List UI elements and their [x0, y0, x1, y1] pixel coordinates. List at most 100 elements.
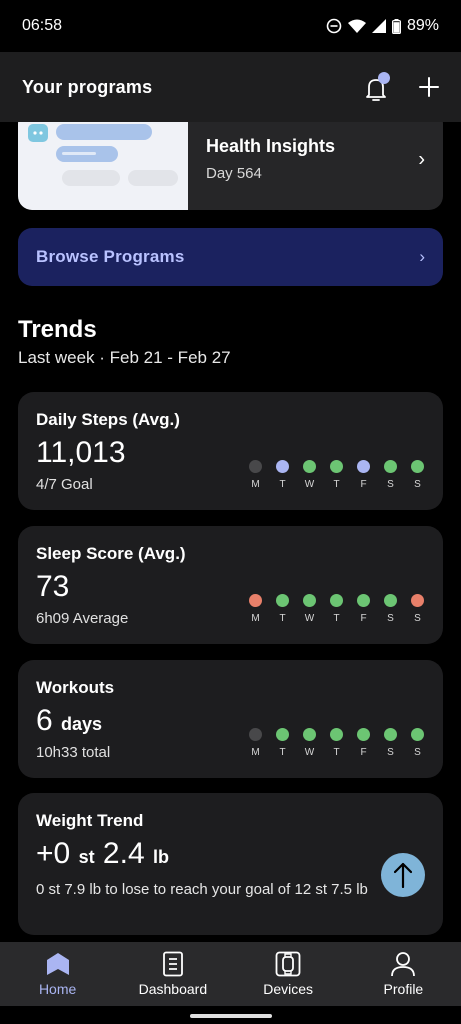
status-dot — [384, 460, 397, 473]
day-indicator: S — [408, 460, 427, 490]
status-dot — [411, 728, 424, 741]
workout-unit: days — [61, 714, 103, 734]
status-dot — [303, 460, 316, 473]
nav-label: Home — [38, 981, 77, 997]
day-indicator: S — [381, 460, 400, 490]
dashboard-icon — [162, 951, 183, 977]
day-indicator: T — [327, 728, 346, 758]
notifications-button[interactable] — [363, 72, 391, 102]
status-dot — [276, 594, 289, 607]
status-dot — [330, 594, 343, 607]
day-label: M — [251, 613, 260, 624]
day-indicator: M — [246, 728, 265, 758]
battery-percent: 89% — [406, 17, 439, 34]
status-dot — [276, 460, 289, 473]
notification-badge — [378, 72, 390, 84]
trends-period: Last week · Feb 21 - Feb 27 — [18, 348, 231, 367]
browse-programs-button[interactable]: Browse Programs › — [18, 228, 443, 286]
nav-label: Devices — [263, 981, 314, 997]
day-label: F — [360, 747, 367, 758]
status-icons: 89% — [326, 17, 439, 35]
day-label: S — [414, 479, 421, 490]
status-dot — [384, 594, 397, 607]
day-label: S — [414, 747, 421, 758]
card-subtitle: 0 st 7.9 lb to lose to reach your goal o… — [36, 881, 368, 898]
signal-icon — [371, 19, 386, 33]
day-indicator: M — [246, 460, 265, 490]
home-gesture-bar[interactable] — [190, 1014, 272, 1018]
weight-st-unit: st — [78, 847, 95, 867]
day-label: S — [387, 479, 394, 490]
program-title: Health Insights — [206, 136, 336, 156]
program-day: Day 564 — [206, 165, 262, 182]
card-title: Weight Trend — [36, 811, 144, 830]
status-dot — [357, 594, 370, 607]
status-dot — [357, 728, 370, 741]
day-label: S — [387, 613, 394, 624]
day-label: T — [279, 613, 286, 624]
gesture-area — [0, 1006, 461, 1024]
scroll-to-top-button[interactable] — [381, 853, 425, 897]
status-bar: 06:58 89% — [0, 0, 461, 52]
wifi-icon — [347, 19, 366, 33]
day-label: F — [360, 613, 367, 624]
nav-home[interactable]: Home — [0, 942, 115, 1006]
week-dots: MTWTFSS — [246, 594, 427, 624]
weight-st-value: +0 — [36, 837, 71, 870]
day-indicator: W — [300, 728, 319, 758]
week-dots: MTWTFSS — [246, 460, 427, 490]
weight-lb-unit: lb — [152, 847, 169, 867]
page-title: Your programs — [22, 76, 153, 97]
day-indicator: T — [273, 728, 292, 758]
day-indicator: W — [300, 594, 319, 624]
nav-devices[interactable]: Devices — [231, 942, 346, 1006]
home-icon — [46, 953, 69, 975]
daily-steps-card[interactable]: Daily Steps (Avg.) 11,013 4/7 Goal MTWTF… — [18, 392, 443, 510]
arrow-up-icon — [394, 862, 412, 888]
workouts-card[interactable]: Workouts 6 days 10h33 total MTWTFSS — [18, 660, 443, 778]
weight-lb-value: 2.4 — [102, 837, 145, 870]
day-indicator: T — [327, 460, 346, 490]
chevron-right-icon: › — [418, 148, 425, 171]
sleep-score-card[interactable]: Sleep Score (Avg.) 73 6h09 Average MTWTF… — [18, 526, 443, 644]
status-dot — [330, 460, 343, 473]
day-indicator: F — [354, 594, 373, 624]
nav-profile[interactable]: Profile — [346, 942, 461, 1006]
trends-heading: Trends — [18, 316, 97, 343]
day-indicator: T — [273, 460, 292, 490]
day-indicator: S — [408, 728, 427, 758]
card-title: Daily Steps (Avg.) — [36, 410, 180, 429]
day-indicator: W — [300, 460, 319, 490]
card-value: +0 st 2.4 lb — [36, 839, 425, 869]
day-indicator: T — [327, 594, 346, 624]
nav-label: Profile — [383, 981, 424, 997]
nav-dashboard[interactable]: Dashboard — [115, 942, 230, 1006]
status-dot — [411, 594, 424, 607]
status-dot — [303, 728, 316, 741]
day-label: S — [387, 747, 394, 758]
day-label: T — [333, 613, 340, 624]
day-label: F — [360, 479, 367, 490]
day-indicator: T — [273, 594, 292, 624]
browse-programs-label: Browse Programs — [36, 247, 185, 266]
day-label: W — [304, 747, 315, 758]
day-indicator: S — [381, 728, 400, 758]
week-dots: MTWTFSS — [246, 728, 427, 758]
bottom-navigation: Home Dashboard Devices Profile — [0, 942, 461, 1006]
add-icon[interactable] — [419, 77, 439, 97]
dnd-icon — [326, 18, 342, 34]
day-label: T — [279, 747, 286, 758]
main-content[interactable]: Health Insights Day 564 › Browse Program… — [0, 122, 461, 942]
app-header: Your programs — [0, 52, 461, 122]
status-dot — [411, 460, 424, 473]
program-card-health-insights[interactable]: Health Insights Day 564 › — [18, 122, 443, 210]
watch-icon — [275, 951, 301, 977]
status-dot — [384, 728, 397, 741]
day-label: M — [251, 479, 260, 490]
day-label: S — [414, 613, 421, 624]
day-indicator: S — [408, 594, 427, 624]
status-dot — [330, 728, 343, 741]
day-label: W — [304, 479, 315, 490]
status-dot — [276, 728, 289, 741]
weight-trend-card[interactable]: Weight Trend +0 st 2.4 lb 0 st 7.9 lb to… — [18, 793, 443, 935]
